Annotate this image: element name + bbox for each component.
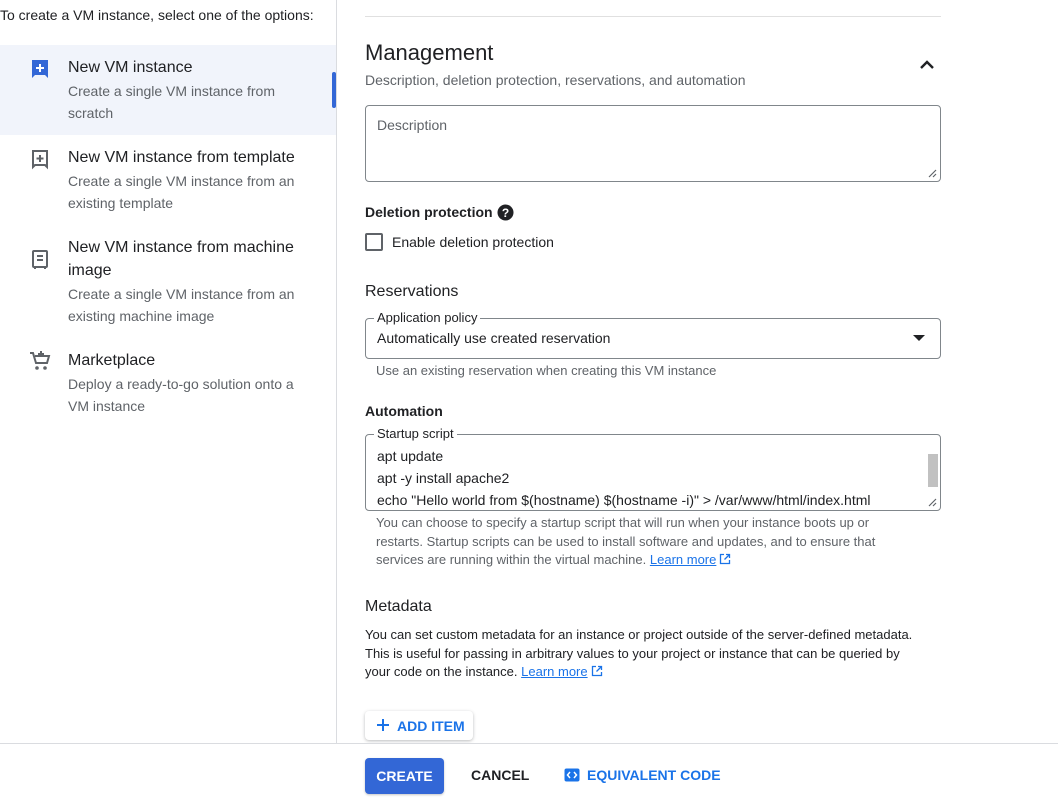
startup-script-scrollbar[interactable] (928, 454, 938, 487)
option-desc: Create a single VM instance from scratch (68, 83, 275, 121)
help-icon[interactable]: ? (497, 204, 514, 221)
automation-title: Automation (365, 403, 443, 419)
script-line: apt -y install apache2 (377, 470, 510, 486)
script-line: apt update (377, 448, 444, 464)
option-marketplace[interactable]: Marketplace Deploy a ready-to-go solutio… (0, 335, 336, 425)
dropdown-arrow-icon (913, 335, 925, 341)
external-link-icon (591, 665, 602, 677)
resize-grip-icon[interactable] (927, 168, 937, 178)
startup-script-hint: You can choose to specify a startup scri… (376, 514, 916, 570)
options-intro: To create a VM instance, select one of t… (0, 7, 314, 23)
metadata-description: You can set custom metadata for an insta… (365, 626, 945, 682)
application-policy-value: Automatically use created reservation (377, 330, 611, 346)
external-link-icon (720, 553, 731, 565)
cancel-button[interactable]: CANCEL (471, 767, 529, 783)
meta-text: your code on the instance. (365, 664, 518, 679)
svg-text:?: ? (502, 206, 509, 220)
option-title: New VM instance (68, 59, 193, 76)
startup-script-label: Startup script (374, 426, 457, 442)
create-options-panel: To create a VM instance, select one of t… (0, 0, 337, 743)
hint-line: You can choose to specify a startup scri… (376, 515, 870, 530)
description-field[interactable] (365, 105, 941, 182)
chevron-up-icon[interactable] (914, 52, 940, 78)
option-vm-from-template[interactable]: New VM instance from template Create a s… (0, 135, 336, 225)
meta-line: your code on the instance. Learn more (365, 663, 945, 682)
hint-text: services are running within the virtual … (376, 552, 647, 567)
deletion-protection-checkbox[interactable] (365, 233, 383, 251)
new-vm-icon (32, 60, 48, 78)
management-title: Management (365, 40, 494, 65)
deletion-protection-checkbox-label[interactable]: Enable deletion protection (392, 234, 554, 250)
learn-more-text: Learn more (521, 664, 588, 679)
option-desc: Create a single VM instance from an exis… (68, 286, 295, 324)
meta-line: You can set custom metadata for an insta… (365, 627, 913, 642)
metadata-title: Metadata (365, 598, 432, 615)
template-icon (32, 150, 48, 170)
application-policy-select[interactable]: Application policy Automatically use cre… (365, 310, 941, 359)
reservations-title: Reservations (365, 283, 459, 300)
learn-more-text: Learn more (649, 552, 717, 567)
resize-grip-icon[interactable] (927, 497, 937, 507)
startup-learn-more-link[interactable]: Learn more (650, 552, 731, 567)
code-icon (564, 768, 580, 782)
option-vm-from-machine-image[interactable]: New VM instance from machine image Creat… (0, 225, 336, 335)
panel-scrollbar[interactable] (332, 72, 336, 108)
shopping-cart-icon (30, 351, 51, 370)
hint-line: services are running within the virtual … (376, 551, 916, 570)
option-title: Marketplace (68, 352, 156, 369)
plus-icon (377, 719, 389, 731)
option-desc: Create a single VM instance from an exis… (68, 173, 295, 211)
option-title: New VM instance from machine image (68, 239, 294, 279)
application-policy-label: Application policy (374, 310, 481, 326)
option-new-vm-instance[interactable]: New VM instance Create a single VM insta… (0, 45, 336, 135)
application-policy-hint: Use an existing reservation when creatin… (376, 363, 717, 378)
startup-script-field[interactable]: Startup script apt update apt -y install… (365, 426, 941, 511)
startup-script-input[interactable]: apt update apt -y install apache2 echo "… (377, 445, 871, 511)
add-item-label: ADD ITEM (397, 718, 465, 734)
section-divider (365, 16, 941, 17)
meta-line: This is useful for passing in arbitrary … (365, 645, 900, 661)
script-line: echo "Hello world from $(hostname) $(hos… (377, 492, 871, 508)
add-metadata-item-button[interactable]: ADD ITEM (365, 711, 473, 740)
hint-line: restarts. Startup scripts can be used to… (376, 533, 876, 549)
option-title: New VM instance from template (68, 149, 295, 166)
machine-image-icon (32, 250, 48, 269)
description-input[interactable] (366, 106, 940, 181)
option-desc: Deploy a ready-to-go solution onto a VM … (68, 376, 294, 414)
metadata-learn-more-link[interactable]: Learn more (521, 664, 602, 679)
deletion-protection-label: Deletion protection (365, 204, 493, 220)
create-button[interactable]: CREATE (365, 758, 444, 794)
action-footer: CREATE CANCEL EQUIVALENT CODE (0, 743, 1058, 800)
equivalent-code-label: EQUIVALENT CODE (587, 767, 721, 783)
management-subtitle: Description, deletion protection, reserv… (365, 72, 746, 88)
